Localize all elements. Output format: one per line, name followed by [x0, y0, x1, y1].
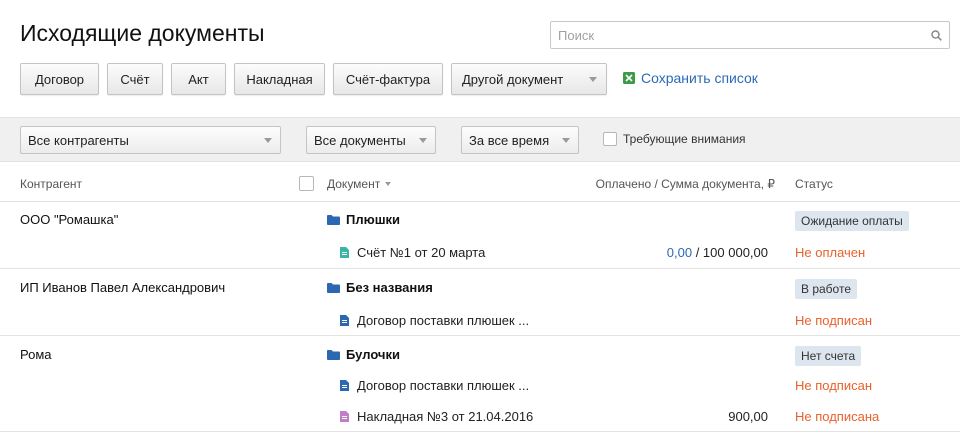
folder-name: Плюшки — [346, 212, 401, 227]
folder-row[interactable]: Плюшки — [327, 212, 400, 227]
other-document-dropdown[interactable]: Другой документ — [451, 63, 607, 95]
other-document-label: Другой документ — [462, 71, 564, 87]
contractor-name[interactable]: ИП Иванов Павел Александрович — [20, 280, 225, 295]
document-amount: 0,00 / 100 000,00 — [667, 245, 768, 260]
attention-checkbox[interactable] — [603, 132, 617, 146]
document-name: Накладная №3 от 21.04.2016 — [357, 409, 534, 424]
document-status: Не подписан — [795, 378, 873, 393]
folder-icon — [327, 282, 340, 293]
chevron-down-icon — [562, 138, 570, 143]
document-row[interactable]: Накладная №3 от 21.04.2016 — [340, 409, 533, 424]
total-amount: / 100 000,00 — [692, 245, 768, 260]
document-name: Договор поставки плюшек ... — [357, 378, 530, 393]
search-box[interactable] — [550, 21, 950, 49]
document-name: Договор поставки плюшек ... — [357, 313, 530, 328]
contractor-filter-select[interactable]: Все контрагенты — [20, 126, 281, 154]
document-filter-value: Все документы — [314, 132, 406, 148]
folder-icon — [327, 349, 340, 360]
create-tax-invoice-button[interactable]: Счёт-фактура — [333, 63, 443, 95]
document-amount: 900,00 — [728, 409, 768, 424]
create-document-toolbar: Договор Счёт Акт Накладная Счёт-фактура … — [20, 63, 615, 95]
create-contract-button[interactable]: Договор — [20, 63, 99, 95]
contractor-filter-value: Все контрагенты — [28, 132, 129, 148]
divider — [0, 431, 960, 432]
search-icon[interactable] — [931, 30, 942, 41]
total-amount: 900,00 — [728, 409, 768, 424]
divider — [0, 335, 960, 336]
divider — [0, 201, 960, 202]
sort-down-icon — [385, 182, 392, 186]
document-status: Не оплачен — [795, 245, 866, 260]
document-status: Не подписана — [795, 409, 880, 424]
period-filter-value: За все время — [469, 132, 550, 148]
status-badge: Ожидание оплаты — [795, 211, 909, 231]
document-status: Не подписан — [795, 313, 873, 328]
document-name: Счёт №1 от 20 марта — [357, 245, 486, 260]
xls-icon — [623, 72, 635, 84]
period-filter-select[interactable]: За все время — [461, 126, 579, 154]
invoice-icon — [340, 247, 349, 258]
create-waybill-button[interactable]: Накладная — [234, 63, 325, 95]
filter-bar: Все контрагенты Все документы За все вре… — [0, 117, 960, 162]
save-list-label: Сохранить список — [641, 70, 758, 86]
status-badge: В работе — [795, 279, 858, 299]
folder-row[interactable]: Без названия — [327, 280, 433, 295]
attention-filter[interactable]: Требующие внимания — [603, 132, 746, 146]
column-header-paid-sum: Оплачено / Сумма документа, ₽ — [595, 177, 775, 191]
folder-name: Без названия — [346, 280, 433, 295]
paid-amount: 0,00 — [666, 245, 693, 260]
page-title: Исходящие документы — [20, 20, 265, 46]
document-row[interactable]: Договор поставки плюшек ... — [340, 313, 529, 328]
folder-name: Булочки — [346, 347, 400, 362]
column-header-contractor: Контрагент — [20, 177, 83, 191]
document-row[interactable]: Договор поставки плюшек ... — [340, 378, 529, 393]
chevron-down-icon — [589, 77, 597, 82]
contract-icon — [340, 380, 349, 391]
status-badge: Нет счета — [795, 346, 862, 366]
folder-icon — [327, 214, 340, 225]
chevron-down-icon — [419, 138, 427, 143]
divider — [0, 268, 960, 269]
attention-label: Требующие внимания — [623, 132, 746, 146]
column-header-document[interactable]: Документ — [327, 177, 392, 191]
contractor-name[interactable]: Рома — [20, 347, 52, 362]
search-input[interactable] — [551, 22, 949, 48]
chevron-down-icon — [264, 138, 272, 143]
column-header-document-label: Документ — [327, 177, 381, 191]
select-all-checkbox[interactable] — [299, 176, 314, 191]
create-act-button[interactable]: Акт — [171, 63, 226, 95]
folder-row[interactable]: Булочки — [327, 347, 400, 362]
document-row[interactable]: Счёт №1 от 20 марта — [340, 245, 485, 260]
create-invoice-button[interactable]: Счёт — [107, 63, 163, 95]
column-header-status: Статус — [795, 177, 833, 191]
contract-icon — [340, 315, 349, 326]
save-list-link[interactable]: Сохранить список — [623, 70, 758, 86]
waybill-icon — [340, 411, 349, 422]
contractor-name[interactable]: ООО "Ромашка" — [20, 212, 118, 227]
document-filter-select[interactable]: Все документы — [306, 126, 436, 154]
